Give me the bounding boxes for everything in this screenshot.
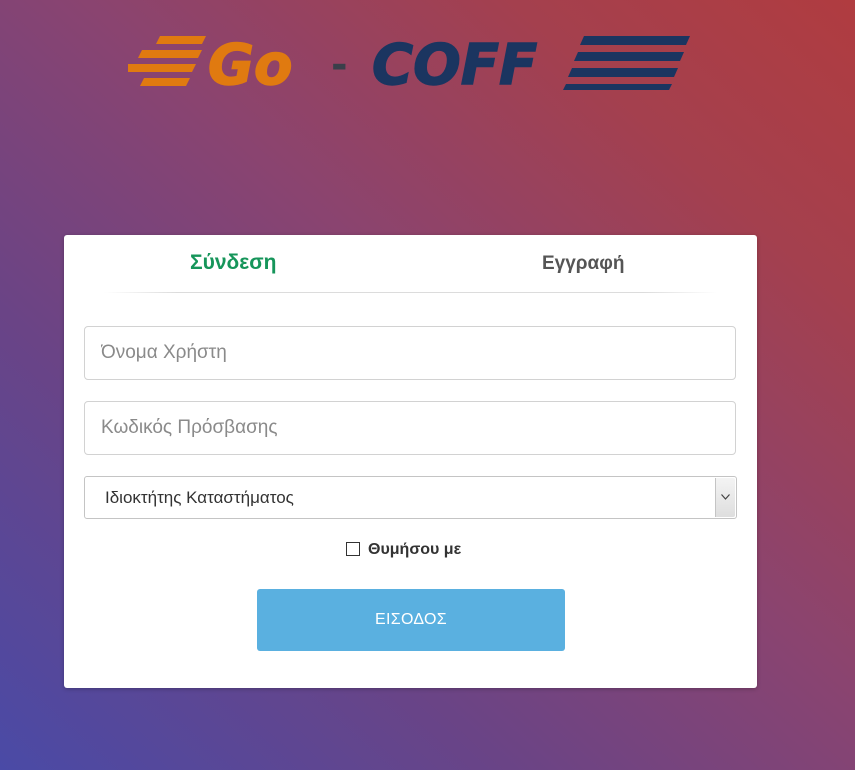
remember-me-label: Θυμήσου με [368,541,462,558]
brand-logo: Go - COFF [128,28,694,94]
auth-card: Σύνδεση Εγγραφή Ιδιοκτήτης Καταστήματος … [64,235,757,688]
auth-tabs: Σύνδεση Εγγραφή [64,235,757,293]
tab-register[interactable]: Εγγραφή [542,253,624,275]
role-select-value: Ιδιοκτήτης Καταστήματος [105,488,294,507]
speed-lines-left-icon [128,36,206,86]
remember-me-checkbox[interactable] [346,542,360,556]
password-input[interactable] [84,401,736,455]
brand-separator-text: - [331,42,348,88]
speed-lines-right-icon [563,36,690,90]
chevron-down-icon[interactable] [715,478,735,517]
tab-login[interactable]: Σύνδεση [190,251,276,275]
login-button[interactable]: ΕΙΣΟΔΟΣ [257,589,565,651]
username-input[interactable] [84,326,736,380]
tabs-divider [104,292,717,293]
brand-coffee-text: COFF [372,33,537,94]
brand-go-text: Go [208,33,292,94]
role-select[interactable]: Ιδιοκτήτης Καταστήματος [84,476,737,519]
